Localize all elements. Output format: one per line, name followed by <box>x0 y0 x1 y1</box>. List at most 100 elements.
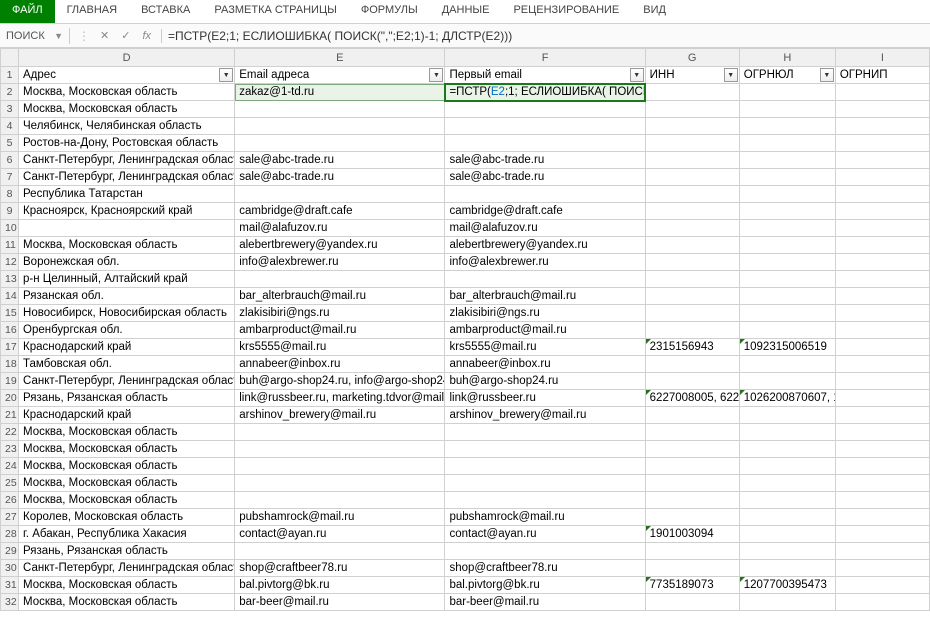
cell-E11[interactable]: alebertbrewery@yandex.ru <box>235 237 445 254</box>
cell-F31[interactable]: bal.pivtorg@bk.ru <box>445 577 645 594</box>
cell-F14[interactable]: bar_alterbrauch@mail.ru <box>445 288 645 305</box>
filter-dropdown-icon[interactable]: ▼ <box>630 68 644 82</box>
col-header-I[interactable]: I <box>835 49 929 67</box>
cell-F28[interactable]: contact@ayan.ru <box>445 526 645 543</box>
cell-H31[interactable]: 1207700395473 <box>739 577 835 594</box>
cell-E10[interactable]: mail@alafuzov.ru <box>235 220 445 237</box>
cell-E21[interactable]: arshinov_brewery@mail.ru <box>235 407 445 424</box>
filter-dropdown-icon[interactable]: ▼ <box>429 68 443 82</box>
tab-file[interactable]: ФАЙЛ <box>0 0 55 23</box>
row-header[interactable]: 15 <box>1 305 19 322</box>
cell-I13[interactable] <box>835 271 929 288</box>
cell-H18[interactable] <box>739 356 835 373</box>
cell-E15[interactable]: zlakisibiri@ngs.ru <box>235 305 445 322</box>
cell-E29[interactable] <box>235 543 445 560</box>
cell-I24[interactable] <box>835 458 929 475</box>
cell-I31[interactable] <box>835 577 929 594</box>
cell-G3[interactable] <box>645 101 739 118</box>
cell-H8[interactable] <box>739 186 835 203</box>
cell-I19[interactable] <box>835 373 929 390</box>
cell-I5[interactable] <box>835 135 929 152</box>
cell-D19[interactable]: Санкт-Петербург, Ленинградская область <box>19 373 235 390</box>
cell-G12[interactable] <box>645 254 739 271</box>
cell-H22[interactable] <box>739 424 835 441</box>
cell-E4[interactable] <box>235 118 445 135</box>
cell-G26[interactable] <box>645 492 739 509</box>
tab-data[interactable]: ДАННЫЕ <box>430 0 502 23</box>
col-header-E[interactable]: E <box>235 49 445 67</box>
cell-D30[interactable]: Санкт-Петербург, Ленинградская область <box>19 560 235 577</box>
cell-I26[interactable] <box>835 492 929 509</box>
cell-H27[interactable] <box>739 509 835 526</box>
row-header[interactable]: 10 <box>1 220 19 237</box>
cell-I32[interactable] <box>835 594 929 611</box>
row-header[interactable]: 2 <box>1 84 19 101</box>
cell-D18[interactable]: Тамбовская обл. <box>19 356 235 373</box>
header-first-email[interactable]: Первый email▼ <box>445 67 645 84</box>
cell-G23[interactable] <box>645 441 739 458</box>
row-header[interactable]: 14 <box>1 288 19 305</box>
cell-I3[interactable] <box>835 101 929 118</box>
cell-D2[interactable]: Москва, Московская область <box>19 84 235 101</box>
cell-H10[interactable] <box>739 220 835 237</box>
row-header[interactable]: 23 <box>1 441 19 458</box>
cell-I22[interactable] <box>835 424 929 441</box>
cell-I17[interactable] <box>835 339 929 356</box>
cell-D14[interactable]: Рязанская обл. <box>19 288 235 305</box>
cell-F9[interactable]: cambridge@draft.cafe <box>445 203 645 220</box>
cell-E17[interactable]: krs5555@mail.ru <box>235 339 445 356</box>
cell-D24[interactable]: Москва, Московская область <box>19 458 235 475</box>
cell-I21[interactable] <box>835 407 929 424</box>
row-header[interactable]: 29 <box>1 543 19 560</box>
cell-E14[interactable]: bar_alterbrauch@mail.ru <box>235 288 445 305</box>
row-header[interactable]: 19 <box>1 373 19 390</box>
cell-E3[interactable] <box>235 101 445 118</box>
cell-H21[interactable] <box>739 407 835 424</box>
cell-H13[interactable] <box>739 271 835 288</box>
cell-I9[interactable] <box>835 203 929 220</box>
cell-G5[interactable] <box>645 135 739 152</box>
cell-G13[interactable] <box>645 271 739 288</box>
cell-G11[interactable] <box>645 237 739 254</box>
header-ogrnyul[interactable]: ОГРНЮЛ▼ <box>739 67 835 84</box>
select-all-corner[interactable] <box>1 49 19 67</box>
row-header[interactable]: 12 <box>1 254 19 271</box>
cell-F22[interactable] <box>445 424 645 441</box>
cell-I15[interactable] <box>835 305 929 322</box>
col-header-G[interactable]: G <box>645 49 739 67</box>
cell-I14[interactable] <box>835 288 929 305</box>
cell-F7[interactable]: sale@abc-trade.ru <box>445 169 645 186</box>
cell-D3[interactable]: Москва, Московская область <box>19 101 235 118</box>
cell-E24[interactable] <box>235 458 445 475</box>
cell-D8[interactable]: Республика Татарстан <box>19 186 235 203</box>
cell-H29[interactable] <box>739 543 835 560</box>
row-header[interactable]: 7 <box>1 169 19 186</box>
cell-G9[interactable] <box>645 203 739 220</box>
formula-input[interactable]: =ПСТР(E2;1; ЕСЛИОШИБКА( ПОИСК(",";E2;1)-… <box>162 27 930 45</box>
cell-D10[interactable] <box>19 220 235 237</box>
cell-H17[interactable]: 1092315006519 <box>739 339 835 356</box>
cell-G24[interactable] <box>645 458 739 475</box>
cell-F21[interactable]: arshinov_brewery@mail.ru <box>445 407 645 424</box>
cell-I11[interactable] <box>835 237 929 254</box>
cell-F27[interactable]: pubshamrock@mail.ru <box>445 509 645 526</box>
cell-H12[interactable] <box>739 254 835 271</box>
cell-E16[interactable]: ambarproduct@mail.ru <box>235 322 445 339</box>
cell-G30[interactable] <box>645 560 739 577</box>
cell-D28[interactable]: г. Абакан, Республика Хакасия <box>19 526 235 543</box>
cell-H16[interactable] <box>739 322 835 339</box>
spreadsheet[interactable]: D E F G H I 1 Адрес▼ Email адреса▼ Первы… <box>0 48 930 611</box>
cell-F12[interactable]: info@alexbrewer.ru <box>445 254 645 271</box>
cell-E32[interactable]: bar-beer@mail.ru <box>235 594 445 611</box>
cell-G29[interactable] <box>645 543 739 560</box>
cell-E23[interactable] <box>235 441 445 458</box>
cell-E13[interactable] <box>235 271 445 288</box>
row-header[interactable]: 13 <box>1 271 19 288</box>
cell-G14[interactable] <box>645 288 739 305</box>
cell-D32[interactable]: Москва, Московская область <box>19 594 235 611</box>
cell-D9[interactable]: Красноярск, Красноярский край <box>19 203 235 220</box>
cell-E19[interactable]: buh@argo-shop24.ru, info@argo-shop24.ru <box>235 373 445 390</box>
cell-F4[interactable] <box>445 118 645 135</box>
cell-I16[interactable] <box>835 322 929 339</box>
row-header[interactable]: 21 <box>1 407 19 424</box>
